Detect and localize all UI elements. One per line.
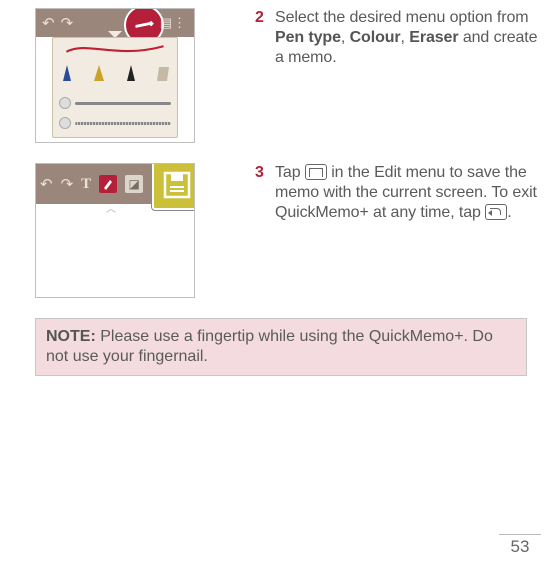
step-number: 2 — [255, 8, 275, 68]
pen-tip-4-icon — [155, 63, 171, 87]
pen-tool-icon — [99, 175, 117, 193]
pen-tip-1-icon — [59, 63, 75, 87]
undo-icon: ↶ — [40, 175, 53, 194]
inline-save-icon — [305, 164, 327, 180]
screenshot-pen-palette: ↶ ↷ ▤ ⋮ — [35, 8, 195, 143]
step-number: 3 — [255, 163, 275, 223]
inline-back-icon — [485, 204, 507, 220]
size-slider — [59, 97, 171, 109]
undo-icon: ↶ — [42, 14, 55, 33]
redo-icon: ↷ — [61, 175, 74, 194]
eraser-tool-icon: ◪ — [125, 175, 143, 193]
page-number: 53 — [499, 534, 541, 557]
menu-icon: ⋮ — [173, 15, 186, 31]
save-icon: ▤ — [160, 15, 172, 31]
screenshot-save-toolbar: ↶ ↷ T ◪ ︿ — [35, 163, 195, 298]
pen-options-panel — [52, 37, 178, 138]
step-2-text: Select the desired menu option from Pen … — [275, 8, 547, 68]
collapse-arrow-icon: ︿ — [106, 200, 116, 215]
note-text: Please use a fingertip while using the Q… — [46, 328, 493, 365]
pen-tip-3-icon — [123, 63, 139, 87]
save-callout-icon — [152, 163, 195, 210]
redo-icon: ↷ — [61, 14, 74, 33]
step-3-text: Tap in the Edit menu to save the memo wi… — [275, 163, 547, 223]
note-label: NOTE: — [46, 328, 96, 345]
text-tool-icon: T — [81, 176, 91, 193]
style-slider — [59, 117, 171, 129]
note-box: NOTE: Please use a fingertip while using… — [35, 318, 527, 376]
pen-tip-2-icon — [91, 63, 107, 87]
